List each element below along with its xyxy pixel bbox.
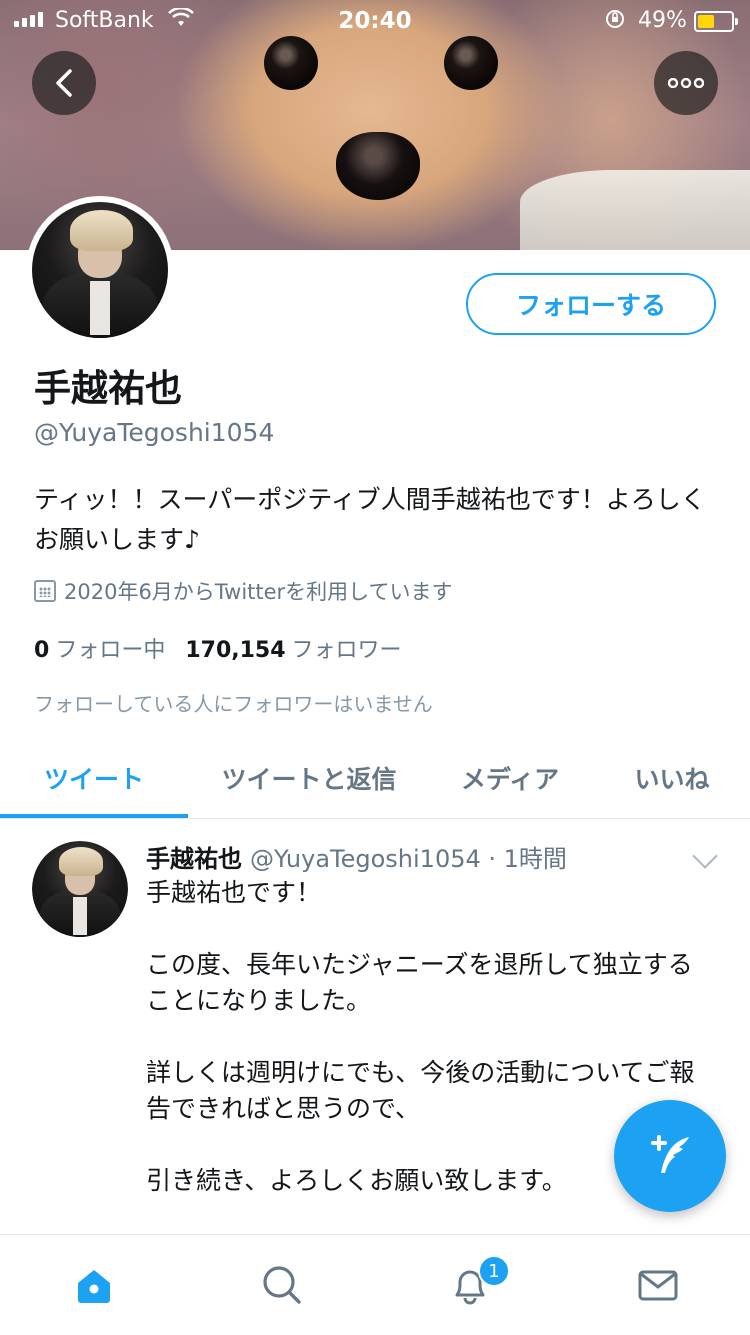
followers-link[interactable]: 170,154 フォロワー xyxy=(185,632,401,664)
tab-likes[interactable]: いいね xyxy=(610,740,734,816)
active-tab-indicator xyxy=(0,814,188,818)
nav-home[interactable] xyxy=(0,1235,187,1335)
chevron-down-icon[interactable] xyxy=(692,843,718,869)
chevron-left-icon xyxy=(56,69,72,97)
tweet-line: 手越祐也です！ xyxy=(146,878,322,907)
bottom-navigation: 1 xyxy=(0,1234,750,1335)
tweet-header: 手越祐也 @YuyaTegoshi1054 · 1時間 xyxy=(146,839,567,874)
tweet-line: 詳しくは週明けにでも、今後の活動についてご報告できればと思うので、 xyxy=(146,1058,695,1123)
ellipsis-icon xyxy=(668,78,704,88)
followers-count: 170,154 xyxy=(185,638,286,663)
tweet-time: · 1時間 xyxy=(488,845,567,873)
notification-badge: 1 xyxy=(478,1255,510,1287)
banner-bib xyxy=(520,170,750,250)
tab-media[interactable]: メディア xyxy=(440,740,580,816)
battery-icon xyxy=(694,11,738,32)
banner-dog-nose xyxy=(336,132,420,200)
back-button[interactable] xyxy=(32,51,96,115)
join-date: 2020年6月からTwitterを利用しています xyxy=(34,576,453,606)
search-icon xyxy=(262,1266,301,1304)
following-link[interactable]: 0 フォロー中 xyxy=(34,632,165,664)
status-bar: SoftBank 20:40 49% xyxy=(0,0,750,40)
profile-name: 手越祐也 xyxy=(34,367,182,410)
compose-tweet-icon xyxy=(651,1135,689,1173)
following-count: 0 xyxy=(34,638,50,663)
nav-messages[interactable] xyxy=(564,1235,750,1335)
home-icon xyxy=(77,1270,110,1303)
following-label: フォロー中 xyxy=(55,638,166,663)
more-options-button[interactable] xyxy=(654,51,718,115)
profile-handle: @YuyaTegoshi1054 xyxy=(34,418,275,447)
profile-bio: ティッ！！スーパーポジティブ人間手越祐也です！よろしくお願いします♪ xyxy=(34,485,706,554)
profile-tabs: ツイート ツイートと返信 メディア いいね xyxy=(0,740,750,819)
followers-label: フォロワー xyxy=(291,638,402,663)
messages-icon xyxy=(638,1270,677,1301)
profile-avatar[interactable] xyxy=(26,196,174,344)
follow-stats: 0 フォロー中 170,154 フォロワー xyxy=(34,632,402,664)
avatar-photo xyxy=(32,841,128,937)
nav-search[interactable] xyxy=(188,1235,375,1335)
follow-button[interactable]: フォローする xyxy=(466,273,716,335)
tab-tweets[interactable]: ツイート xyxy=(0,740,188,816)
calendar-icon xyxy=(34,580,56,602)
banner-dog-eye xyxy=(264,36,318,90)
avatar-photo xyxy=(32,202,168,338)
tweet-line: この度、長年いたジャニーズを退所して独立することになりました。 xyxy=(146,950,693,1015)
nav-notifications[interactable] xyxy=(376,1235,563,1335)
orientation-lock-icon xyxy=(604,8,626,35)
mutual-followers-note: フォローしている人にフォロワーはいません xyxy=(34,692,433,716)
tab-tweets-and-replies[interactable]: ツイートと返信 xyxy=(200,740,418,816)
join-date-text: 2020年6月からTwitterを利用しています xyxy=(64,580,453,604)
battery-percent: 49% xyxy=(638,8,687,33)
compose-tweet-button[interactable] xyxy=(614,1100,726,1212)
tweet-author-handle: @YuyaTegoshi1054 xyxy=(250,845,481,873)
tweet-avatar[interactable] xyxy=(32,841,128,937)
tweet-author-name: 手越祐也 xyxy=(146,845,242,873)
banner-dog-eye xyxy=(444,36,498,90)
